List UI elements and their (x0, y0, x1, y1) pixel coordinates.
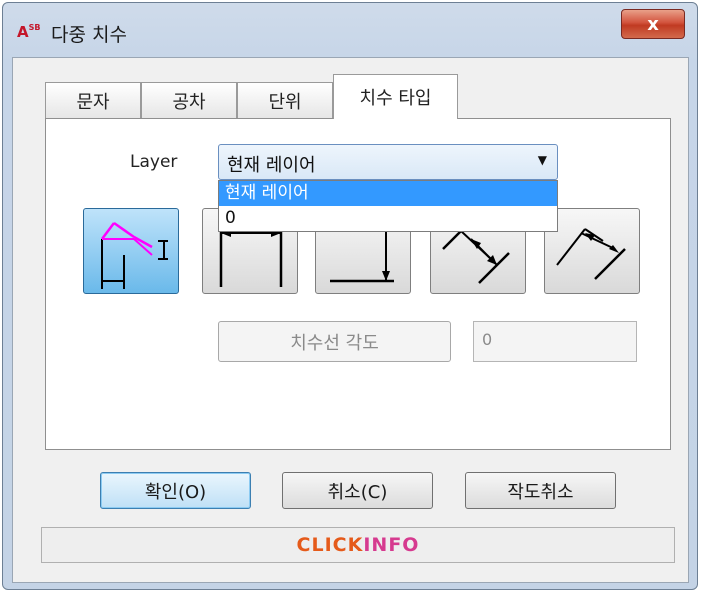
close-button[interactable]: x (621, 9, 685, 39)
angle-input[interactable]: 0 (473, 321, 637, 362)
close-icon: x (647, 13, 659, 35)
dialog-client-area: 문자 공차 단위 치수 타입 Layer 현재 레이어 ▼ 현재 레이어 0 치… (12, 57, 689, 583)
brand-part-1: CLICK (296, 534, 364, 556)
dialog-window: ASB 다중 치수 x 문자 공차 단위 치수 타입 Layer 현재 레이어 … (2, 2, 698, 590)
tab-tolerance[interactable]: 공차 (141, 82, 237, 118)
title-bar[interactable]: ASB 다중 치수 x (3, 3, 697, 57)
layer-dropdown[interactable]: 현재 레이어 ▼ (218, 144, 558, 180)
layer-label: Layer (130, 152, 178, 172)
dimension-line-angle-button[interactable]: 치수선 각도 (218, 321, 451, 362)
app-icon-sub: SB (28, 23, 41, 32)
ok-button[interactable]: 확인(O) (100, 472, 251, 509)
multi-dim-icon (101, 221, 168, 289)
rotated-dim-icon (556, 228, 626, 280)
app-icon-letter: A (17, 23, 29, 41)
cancel-button[interactable]: 취소(C) (282, 472, 433, 509)
brand-logo: CLICKINFO (297, 534, 420, 556)
layer-option-0[interactable]: 0 (219, 206, 557, 231)
layer-selected-value: 현재 레이어 (227, 155, 316, 176)
dim-type-rotated-button[interactable] (544, 208, 640, 294)
chevron-down-icon: ▼ (537, 153, 547, 167)
tab-units[interactable]: 단위 (237, 82, 333, 118)
dim-type-multi-button[interactable] (83, 208, 179, 294)
layer-dropdown-list: 현재 레이어 0 (218, 180, 558, 232)
window-title: 다중 치수 (51, 24, 127, 46)
layer-option-current[interactable]: 현재 레이어 (219, 181, 557, 206)
brand-part-2: INFO (363, 534, 420, 556)
status-bar: CLICKINFO (41, 527, 675, 563)
cancel-drawing-button[interactable]: 작도취소 (465, 472, 616, 509)
tab-dimension-type[interactable]: 치수 타입 (333, 74, 458, 119)
app-icon: ASB (17, 23, 43, 45)
tab-text[interactable]: 문자 (45, 82, 141, 118)
